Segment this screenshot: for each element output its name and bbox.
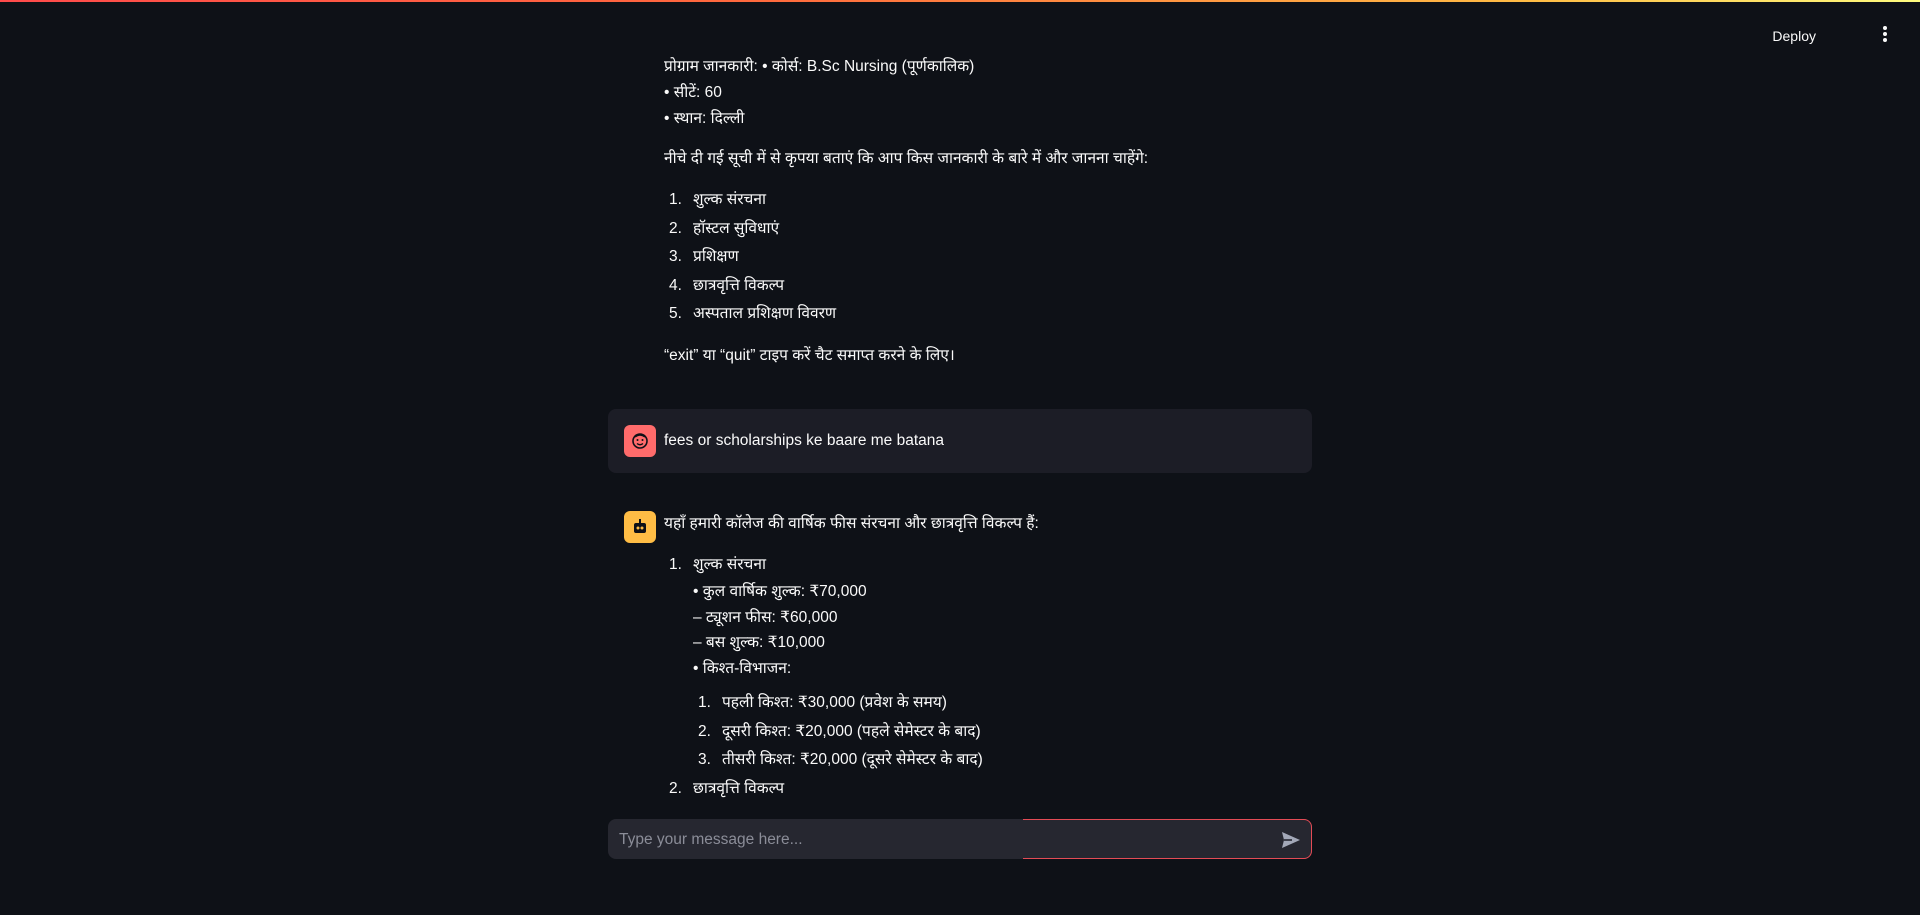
robot-icon — [624, 510, 656, 543]
fees-intro: यहाँ हमारी कॉलेज की वार्षिक फीस संरचना औ… — [664, 514, 1039, 532]
deploy-button[interactable]: Deploy — [1764, 24, 1824, 48]
list-item: 2. छात्रवृत्ति विकल्प — [664, 775, 1296, 804]
list-item: 3. प्रशिक्षण — [664, 243, 1296, 272]
fees-list: 1. शुल्क संरचना • कुल वार्षिक शुल्क: ₹70… — [664, 551, 1296, 804]
fee-detail: – बस शुल्क: ₹10,000 — [693, 634, 825, 651]
list-item-label: हॉस्टल सुविधाएं — [693, 219, 780, 237]
options-list: 1. शुल्क संरचना 2. हॉस्टल सुविधाएं 3. प्रशि… — [664, 186, 1296, 329]
assistant-message: प्रोग्राम जानकारी: • कोर्स: B.Sc Nursing… — [608, 48, 1312, 385]
exit-instruction: “exit” या “quit” टाइप करें चैट समाप्त कर… — [664, 346, 955, 364]
send-icon[interactable] — [1279, 828, 1303, 852]
list-item: 4. छात्रवृत्ति विकल्प — [664, 272, 1296, 301]
list-item-label: अस्पताल प्रशिक्षण विवरण — [693, 305, 837, 322]
user-message-text: fees or scholarships ke baare me batana — [664, 431, 945, 449]
assistant-message: यहाँ हमारी कॉलेज की वार्षिक फीस संरचना औ… — [608, 501, 1312, 804]
list-number: 2. — [669, 219, 682, 237]
list-item: 3. तीसरी किश्त: ₹20,000 (दूसरे सेमेस्टर क… — [693, 746, 1296, 775]
fee-detail: • किश्त-विभाजन: — [693, 659, 792, 677]
chat-input[interactable] — [617, 820, 1261, 860]
list-item: 1. शुल्क संरचना — [664, 186, 1296, 215]
list-item: 5. अस्पताल प्रशिक्षण विवरण — [664, 300, 1296, 329]
list-number: 3. — [669, 248, 682, 265]
list-item-label: शुल्क संरचना — [693, 191, 767, 208]
list-item-label: छात्रवृत्ति विकल्प — [693, 276, 785, 294]
list-number: 1. — [669, 191, 682, 208]
chat-input-container — [608, 819, 1312, 860]
list-item: 2. हॉस्टल सुविधाएं — [664, 215, 1296, 244]
fee-detail: – ट्यूशन फीस: ₹60,000 — [693, 608, 838, 626]
list-number: 3. — [698, 751, 711, 768]
smiley-face-icon — [624, 424, 656, 457]
list-number: 5. — [669, 305, 682, 322]
list-item: 2. दूसरी किश्त: ₹20,000 (पहले सेमेस्टर के… — [693, 718, 1296, 747]
list-item: 1. शुल्क संरचना • कुल वार्षिक शुल्क: ₹70… — [664, 551, 1296, 775]
installment-label: तीसरी किश्त: ₹20,000 (दूसरे सेमेस्टर के … — [722, 751, 983, 768]
list-number: 1. — [698, 694, 711, 711]
installment-label: दूसरी किश्त: ₹20,000 (पहले सेमेस्टर के ब… — [722, 722, 981, 740]
list-item-label: छात्रवृत्ति विकल्प — [693, 779, 785, 797]
installment-list: 1. पहली किश्त: ₹30,000 (प्रवेश के समय) 2.… — [693, 689, 1296, 775]
location-line: • स्थान: दिल्ली — [664, 110, 745, 127]
user-message: fees or scholarships ke baare me batana — [608, 408, 1312, 473]
seats-line: • सीटें: 60 — [664, 84, 722, 101]
list-number: 2. — [669, 779, 682, 797]
options-prompt: नीचे दी गई सूची में से कृपया बताएं कि आप… — [664, 150, 1149, 167]
fee-detail: • कुल वार्षिक शुल्क: ₹70,000 — [693, 583, 867, 600]
chat-message-list[interactable]: प्रोग्राम जानकारी: • कोर्स: B.Sc Nursing… — [608, 48, 1312, 808]
list-item: 1. पहली किश्त: ₹30,000 (प्रवेश के समय) — [693, 689, 1296, 718]
list-number: 4. — [669, 276, 682, 294]
program-info-line: प्रोग्राम जानकारी: • कोर्स: B.Sc Nursing… — [664, 58, 975, 75]
installment-label: पहली किश्त: ₹30,000 (प्रवेश के समय) — [722, 694, 947, 711]
list-item-label: शुल्क संरचना — [693, 555, 767, 573]
list-item-label: प्रशिक्षण — [693, 248, 739, 265]
list-number: 2. — [698, 722, 711, 740]
vertical-dots-icon[interactable] — [1880, 26, 1890, 46]
list-number: 1. — [669, 555, 682, 573]
